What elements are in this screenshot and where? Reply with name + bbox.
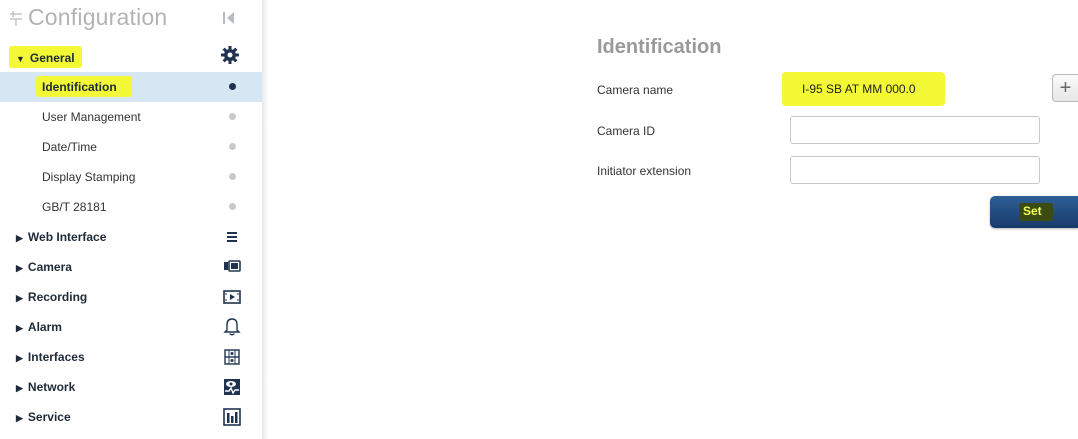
collapsed-triangle-icon: ▶ — [16, 293, 23, 303]
sidebar-item-service[interactable]: ▶ Service — [0, 402, 262, 432]
configuration-title: Configuration — [28, 4, 168, 30]
sidebar-item-label: Recording — [27, 290, 88, 304]
collapsed-triangle-icon: ▶ — [16, 323, 23, 333]
collapsed-triangle-icon: ▶ — [16, 383, 23, 393]
sidebar-item-label: Camera — [27, 260, 72, 274]
sidebar-item-network[interactable]: ▶ Network — [0, 372, 262, 402]
collapsed-triangle-icon: ▶ — [16, 413, 23, 423]
configuration-header: Configuration — [0, 0, 262, 40]
service-icon — [223, 408, 241, 426]
expanded-triangle-icon: ▼ — [16, 54, 25, 64]
status-dot — [229, 143, 236, 150]
sidebar-item-label: Identification — [42, 80, 117, 94]
sidebar-item-identification[interactable]: Identification — [0, 72, 262, 102]
sidebar-item-web-interface[interactable]: ▶ Web Interface — [0, 222, 262, 252]
sidebar-item-user-management[interactable]: User Management — [0, 102, 262, 132]
collapsed-triangle-icon: ▶ — [16, 263, 23, 273]
sidebar-item-general[interactable]: ▼ General — [0, 43, 262, 73]
sidebar-item-label: Alarm — [27, 320, 62, 334]
sidebar-item-label: GB/T 28181 — [42, 200, 107, 214]
sidebar-item-label: Web Interface — [27, 230, 107, 244]
interfaces-icon — [224, 349, 240, 365]
status-dot — [229, 83, 236, 90]
sidebar-item-display-stamping[interactable]: Display Stamping — [0, 162, 262, 192]
sidebar-divider — [262, 0, 268, 439]
sidebar: Configuration ▼ General Identification U… — [0, 0, 262, 439]
page-title: Identification — [597, 36, 722, 58]
sidebar-item-label: Service — [27, 410, 71, 424]
list-icon — [227, 232, 237, 242]
status-dot — [229, 203, 236, 210]
sidebar-item-label: User Management — [42, 110, 141, 124]
sidebar-item-label: Display Stamping — [42, 170, 136, 184]
status-dot — [229, 113, 236, 120]
sidebar-item-date-time[interactable]: Date/Time — [0, 132, 262, 162]
sidebar-item-camera[interactable]: ▶ Camera — [0, 252, 262, 282]
camera-name-input[interactable]: I-95 SB AT MM 000.0 — [802, 82, 916, 96]
camera-icon — [224, 260, 241, 272]
status-dot — [229, 173, 236, 180]
add-camera-name-button[interactable]: + — [1052, 74, 1078, 102]
sidebar-item-label: General — [29, 51, 75, 65]
filter-icon — [10, 11, 22, 26]
initiator-extension-label: Initiator extension — [597, 164, 692, 178]
initiator-extension-field[interactable] — [790, 156, 1040, 184]
sidebar-item-gbt-28181[interactable]: GB/T 28181 — [0, 192, 262, 222]
network-icon — [224, 379, 240, 395]
gear-icon — [221, 46, 239, 64]
set-button[interactable]: Set — [990, 196, 1078, 228]
bell-icon — [223, 318, 241, 336]
collapsed-triangle-icon: ▶ — [16, 353, 23, 363]
sidebar-item-label: Network — [27, 380, 76, 394]
set-button-label: Set — [1023, 204, 1042, 218]
sidebar-item-label: Interfaces — [27, 350, 85, 364]
camera-id-field[interactable] — [790, 116, 1040, 144]
collapsed-triangle-icon: ▶ — [16, 233, 23, 243]
camera-id-label: Camera ID — [597, 124, 656, 138]
camera-name-label: Camera name — [597, 83, 674, 97]
sidebar-item-alarm[interactable]: ▶ Alarm — [0, 312, 262, 342]
sidebar-item-label: Date/Time — [42, 140, 97, 154]
sidebar-item-recording[interactable]: ▶ Recording — [0, 282, 262, 312]
collapse-sidebar-icon[interactable] — [221, 10, 237, 26]
recording-icon — [223, 290, 241, 304]
sidebar-item-interfaces[interactable]: ▶ Interfaces — [0, 342, 262, 372]
